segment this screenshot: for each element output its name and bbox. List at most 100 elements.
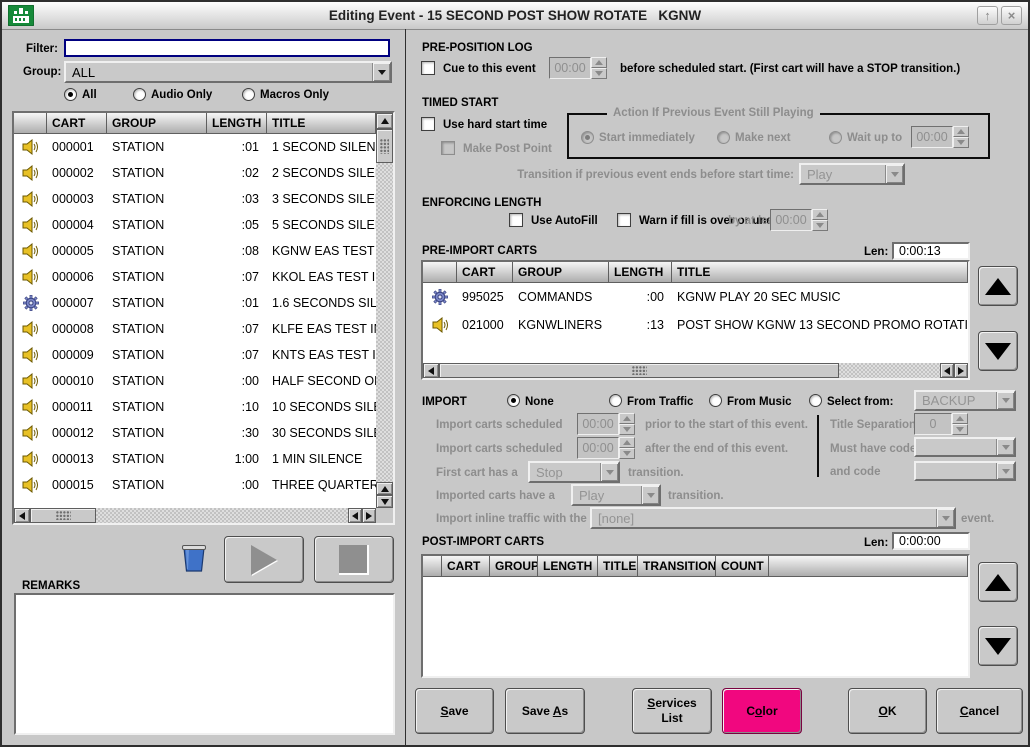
table-row[interactable]: 000009STATION:07KNTS EAS TEST IN — [14, 342, 376, 368]
enforcing-length-section-label: ENFORCING LENGTH — [422, 197, 541, 209]
table-row[interactable]: 000004STATION:055 SECONDS SILEN — [14, 212, 376, 238]
column-header[interactable] — [769, 556, 968, 577]
column-header[interactable] — [423, 556, 442, 577]
scroll-up-icon[interactable] — [376, 482, 393, 495]
table-row[interactable]: 000007STATION:011.6 SECONDS SIL — [14, 290, 376, 316]
radio-import-music[interactable] — [709, 394, 722, 407]
services-list-button[interactable]: Services List — [632, 688, 712, 734]
first-cart-label: First cart has a — [436, 467, 518, 479]
preimport-len-field[interactable]: 0:00:13 — [892, 242, 970, 260]
cell-length: 1:00 — [207, 452, 267, 466]
scroll-right-icon[interactable] — [954, 363, 968, 378]
radio-import-select-from[interactable] — [809, 394, 822, 407]
down-arrow-icon — [985, 638, 1011, 655]
column-header-title[interactable]: TITLE — [672, 262, 968, 283]
library-table-header: CARTGROUPLENGTHTITLE — [14, 113, 376, 134]
horizontal-scroll-track[interactable] — [839, 363, 940, 378]
vertical-scroll-track[interactable] — [376, 163, 393, 482]
column-header-cart[interactable]: CART — [47, 113, 107, 134]
gear-icon — [423, 289, 457, 305]
table-row[interactable]: 000010STATION:00HALF SECOND OF — [14, 368, 376, 394]
autofill-checkbox[interactable] — [509, 213, 523, 227]
radio-start-immediately — [581, 131, 594, 144]
column-header[interactable] — [423, 262, 457, 283]
warn-fill-checkbox[interactable] — [617, 213, 631, 227]
column-header-length[interactable]: LENGTH — [538, 556, 598, 577]
hard-start-checkbox[interactable] — [421, 117, 435, 131]
library-horizontal-scrollbar[interactable] — [14, 508, 376, 523]
postimport-move-up-button[interactable] — [978, 562, 1018, 602]
save-button[interactable]: Save — [415, 688, 494, 734]
cell-title: 30 SECONDS SILE — [267, 426, 376, 440]
scroll-left-icon[interactable] — [348, 508, 362, 523]
ok-button[interactable]: OK — [848, 688, 927, 734]
close-button[interactable]: × — [1001, 6, 1022, 25]
cue-to-event-checkbox[interactable] — [421, 61, 435, 75]
horizontal-scroll-track[interactable] — [96, 508, 348, 523]
column-header-group[interactable]: GROUP — [107, 113, 207, 134]
speaker-icon — [14, 243, 47, 259]
save-as-button[interactable]: Save As — [505, 688, 585, 734]
library-vertical-scrollbar[interactable] — [376, 113, 393, 508]
table-row[interactable]: 000013STATION1:001 MIN SILENCE — [14, 446, 376, 472]
horizontal-scroll-thumb[interactable] — [439, 363, 839, 378]
column-header-group[interactable]: GROUP — [513, 262, 609, 283]
restore-button[interactable]: ↑ — [977, 6, 998, 25]
vertical-scroll-thumb[interactable] — [376, 129, 393, 163]
table-row[interactable]: 000008STATION:07KLFE EAS TEST IN — [14, 316, 376, 342]
color-button[interactable]: Color — [722, 688, 802, 734]
scroll-left-icon[interactable] — [14, 508, 30, 523]
scroll-up-icon[interactable] — [376, 113, 393, 129]
table-row[interactable]: 000012STATION:3030 SECONDS SILE — [14, 420, 376, 446]
scroll-down-icon[interactable] — [376, 495, 393, 508]
filter-input[interactable] — [64, 39, 390, 57]
radio-import-traffic[interactable] — [609, 394, 622, 407]
table-row[interactable]: 021000KGNWLINERS:13POST SHOW KGNW 13 SEC… — [423, 311, 968, 339]
scroll-right-icon[interactable] — [362, 508, 376, 523]
scroll-left-icon[interactable] — [940, 363, 954, 378]
column-header-transition[interactable]: TRANSITION — [638, 556, 716, 577]
preimport-table-body: 995025COMMANDS:00KGNW PLAY 20 SEC MUSIC0… — [423, 283, 968, 363]
group-select[interactable]: ALL — [64, 61, 392, 83]
radio-all[interactable] — [64, 88, 77, 101]
radio-audio-only[interactable] — [133, 88, 146, 101]
table-row[interactable]: 000011STATION:1010 SECONDS SILE — [14, 394, 376, 420]
table-row[interactable]: 000015STATION:00THREE QUARTER — [14, 472, 376, 498]
horizontal-scroll-thumb[interactable] — [30, 508, 96, 523]
cell-title: KKOL EAS TEST IN — [267, 270, 376, 284]
column-header-cart[interactable]: CART — [442, 556, 490, 577]
preimport-horizontal-scrollbar[interactable] — [423, 363, 968, 378]
action-groupbox: Action If Previous Event Still Playing S… — [567, 113, 990, 159]
column-header-length[interactable]: LENGTH — [207, 113, 267, 134]
preimport-move-up-button[interactable] — [978, 266, 1018, 306]
table-row[interactable]: 000001STATION:011 SECOND SILEN — [14, 134, 376, 160]
trash-icon[interactable] — [180, 541, 208, 578]
preimport-move-down-button[interactable] — [978, 331, 1018, 371]
table-row[interactable]: 000006STATION:07KKOL EAS TEST IN — [14, 264, 376, 290]
table-row[interactable]: 995025COMMANDS:00KGNW PLAY 20 SEC MUSIC — [423, 283, 968, 311]
column-header[interactable] — [14, 113, 47, 134]
cancel-button[interactable]: Cancel — [936, 688, 1023, 734]
column-header-title[interactable]: TITLE — [598, 556, 638, 577]
cell-cart: 000015 — [47, 478, 107, 492]
ok-button-label: OK — [878, 704, 896, 719]
cell-length: :08 — [207, 244, 267, 258]
radio-import-none[interactable] — [507, 394, 520, 407]
column-header-length[interactable]: LENGTH — [609, 262, 672, 283]
column-header-cart[interactable]: CART — [457, 262, 513, 283]
scroll-left-icon[interactable] — [423, 363, 439, 378]
title-bar[interactable]: Editing Event - 15 SECOND POST SHOW ROTA… — [2, 2, 1028, 30]
table-row[interactable]: 000003STATION:033 SECONDS SILEN — [14, 186, 376, 212]
table-row[interactable]: 000002STATION:022 SECONDS SILEN — [14, 160, 376, 186]
cell-cart: 000012 — [47, 426, 107, 440]
radio-macros-only[interactable] — [242, 88, 255, 101]
radio-macros-only-label: Macros Only — [260, 89, 329, 101]
postimport-move-down-button[interactable] — [978, 626, 1018, 666]
column-header-group[interactable]: GROUP — [490, 556, 538, 577]
column-header-count[interactable]: COUNT — [716, 556, 769, 577]
postimport-len-field[interactable]: 0:00:00 — [892, 532, 970, 550]
table-row[interactable]: 000005STATION:08KGNW EAS TEST — [14, 238, 376, 264]
remarks-textarea[interactable] — [14, 593, 395, 735]
radio-make-next — [717, 131, 730, 144]
column-header-title[interactable]: TITLE — [267, 113, 376, 134]
